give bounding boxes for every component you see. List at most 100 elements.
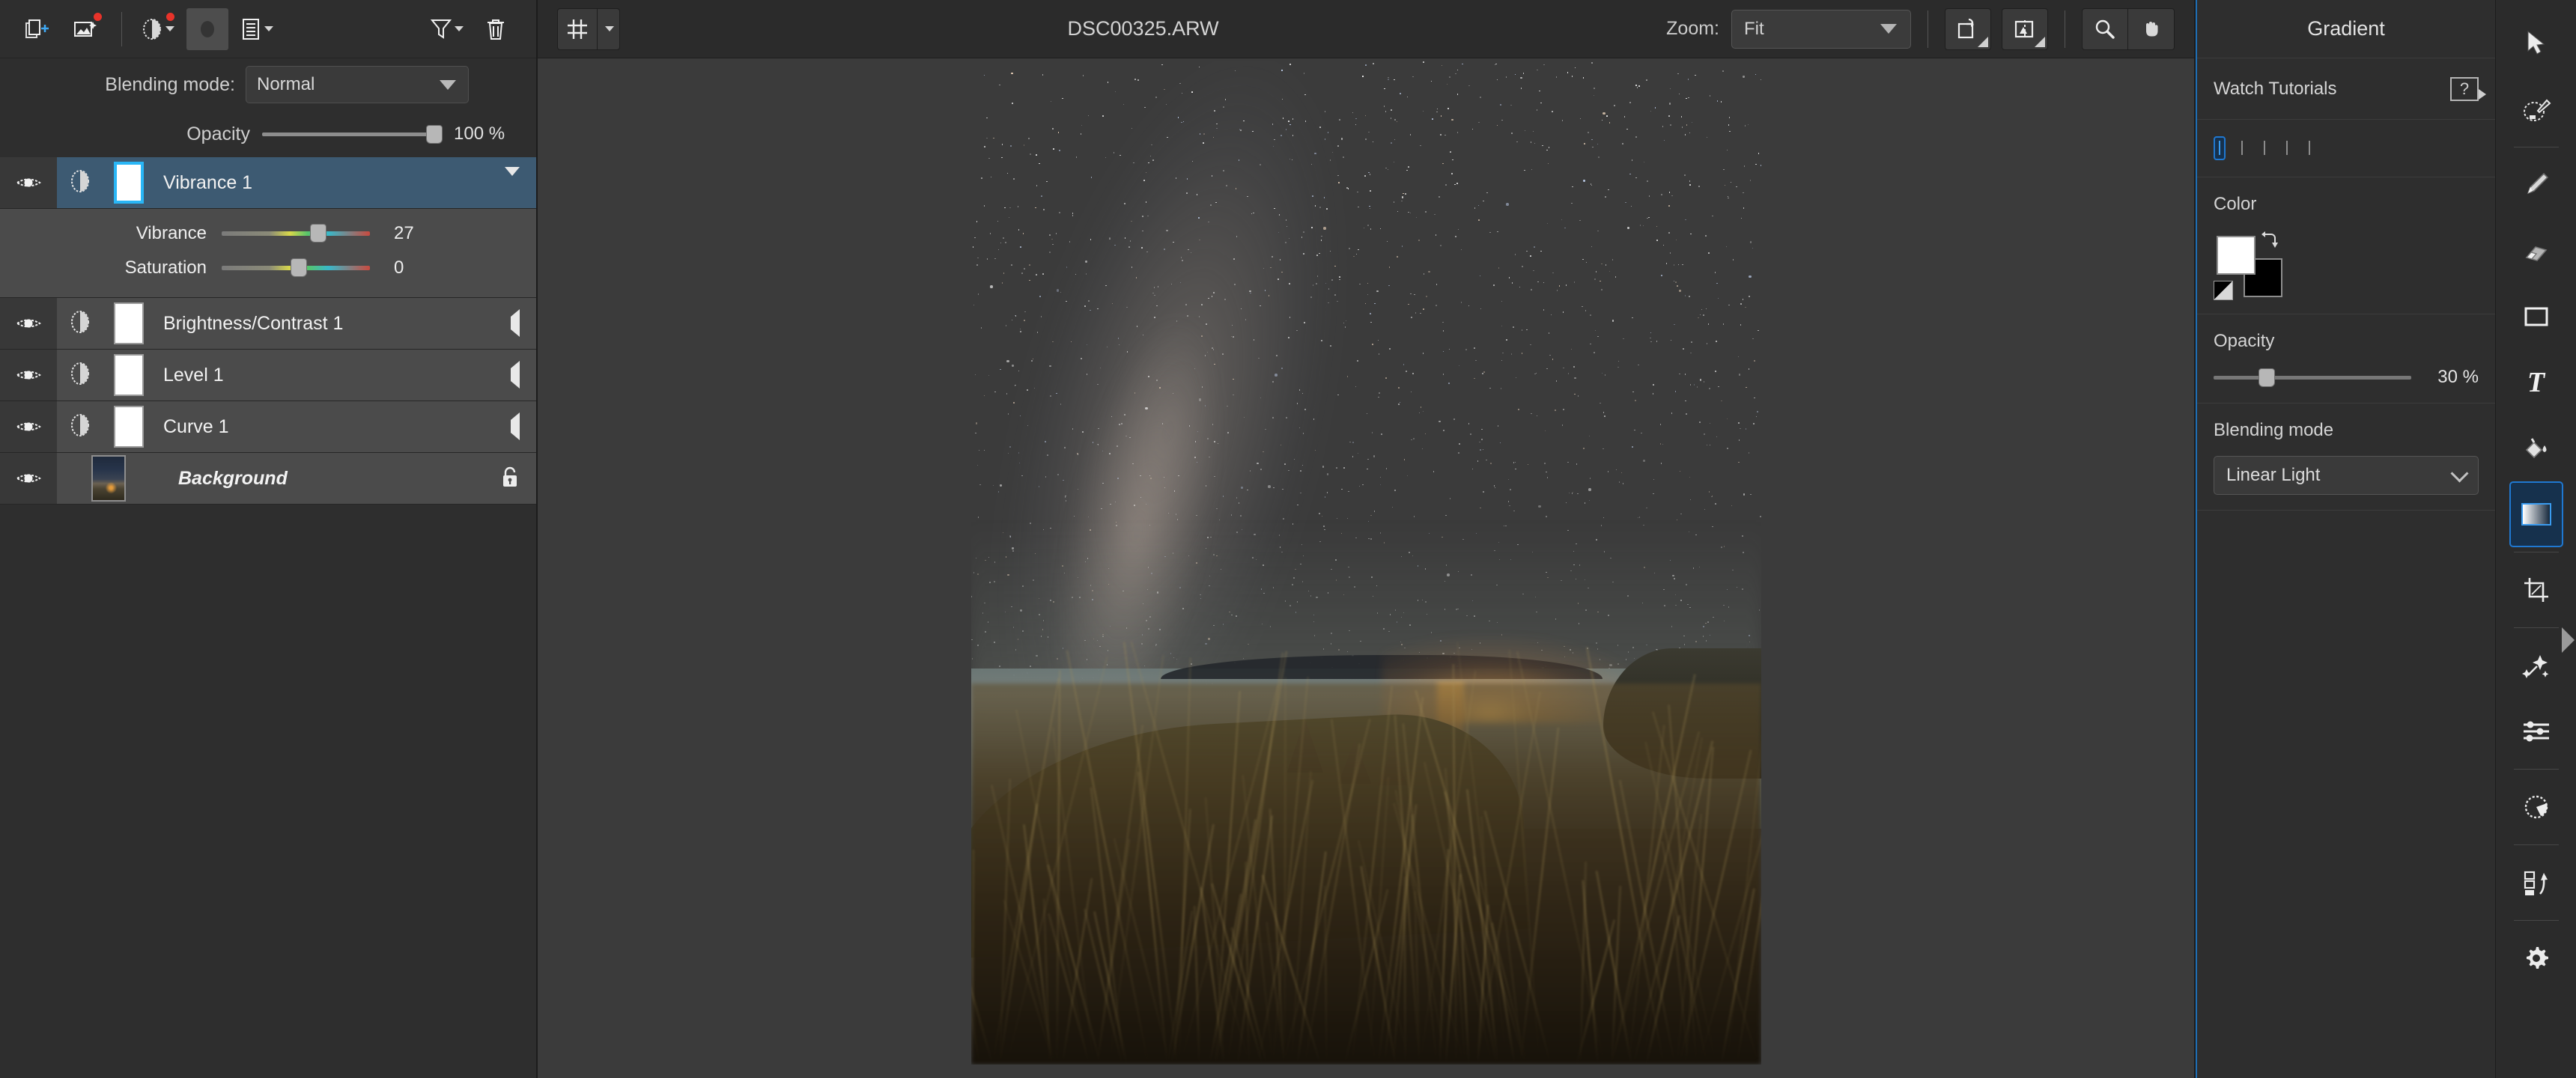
layer-opacity-value: 100 % — [454, 124, 505, 144]
layer-visibility-toggle[interactable] — [0, 157, 57, 208]
tool-strip: T — [2495, 0, 2576, 1078]
color-label: Color — [2214, 194, 2257, 214]
gradient-opacity-section: Opacity 30 % — [2197, 314, 2495, 404]
grid-icon[interactable] — [558, 9, 597, 49]
slider-handle[interactable] — [2258, 368, 2275, 387]
layer-opacity-slider[interactable] — [262, 124, 443, 144]
photo-editor-window: Blending mode: Normal Opacity 100 % Vibr… — [0, 0, 2576, 1078]
slider-handle[interactable] — [310, 224, 326, 243]
hand-button[interactable] — [2128, 7, 2175, 50]
grid-options-dropdown[interactable] — [597, 8, 619, 49]
gradient-blending-select[interactable]: Linear Light — [2214, 456, 2479, 495]
gradient-tool[interactable] — [2509, 481, 2563, 547]
layer-expand-toggle[interactable] — [511, 309, 520, 337]
chevron-left-icon — [511, 309, 520, 337]
saturation-slider[interactable] — [222, 258, 370, 277]
dropdown-corner-icon[interactable] — [2035, 36, 2045, 47]
move-tool[interactable] — [2509, 10, 2563, 76]
flip-canvas-button[interactable] — [2002, 7, 2048, 50]
export-layers-tool[interactable] — [2509, 850, 2563, 916]
layer-properties-button[interactable] — [236, 8, 278, 50]
param-value: 27 — [394, 223, 414, 243]
rotate-canvas-button[interactable] — [1945, 7, 1991, 50]
layer-row-curve[interactable]: Curve 1 — [0, 401, 536, 453]
chevron-down-icon — [440, 79, 456, 90]
param-label: Vibrance — [136, 223, 207, 243]
add-adjustment-button[interactable] — [137, 8, 179, 50]
color-adjust-tool[interactable] — [2509, 774, 2563, 840]
help-glyph: ? — [2459, 79, 2470, 98]
text-tool[interactable]: T — [2509, 350, 2563, 415]
layer-lock-icon[interactable] — [500, 465, 520, 493]
zoom-control-group: Zoom: Fit — [1666, 9, 1911, 49]
layer-visibility-toggle[interactable] — [0, 298, 57, 349]
filter-layers-button[interactable] — [425, 8, 467, 50]
layer-row-brightness-contrast[interactable]: Brightness/Contrast 1 — [0, 298, 536, 350]
shape-tool[interactable] — [2509, 284, 2563, 350]
param-row-saturation: Saturation 0 — [0, 251, 536, 285]
layer-mask-thumbnail[interactable] — [114, 302, 144, 344]
grid-overlay-button[interactable] — [557, 7, 620, 50]
settings-tool[interactable] — [2509, 925, 2563, 991]
layer-mask-thumbnail[interactable] — [114, 162, 144, 204]
panel-title: Gradient — [2197, 0, 2495, 58]
gradient-type-linear[interactable] — [2214, 136, 2226, 160]
photo-canvas[interactable] — [970, 61, 1761, 1065]
blending-mode-select[interactable]: Normal — [246, 66, 469, 103]
layer-expand-toggle[interactable] — [511, 412, 520, 440]
gradient-type-diamond[interactable] — [2303, 136, 2315, 160]
reset-colors-icon[interactable] — [2214, 281, 2233, 300]
eraser-tool[interactable] — [2509, 218, 2563, 284]
add-layer-button[interactable] — [15, 8, 57, 50]
add-image-layer-button[interactable] — [64, 8, 106, 50]
delete-layer-button[interactable] — [475, 8, 517, 50]
canvas-toolbar: DSC00325.ARW Zoom: Fit — [538, 0, 2194, 58]
layer-row-level[interactable]: Level 1 — [0, 350, 536, 401]
layer-expand-toggle[interactable] — [505, 167, 520, 189]
crop-tool[interactable] — [2509, 557, 2563, 623]
zoom-select[interactable]: Fit — [1731, 9, 1911, 49]
notification-badge — [166, 12, 174, 21]
layer-row-vibrance[interactable]: Vibrance 1 — [0, 157, 536, 209]
foreground-color-swatch[interactable] — [2217, 236, 2255, 275]
layer-mask-thumbnail[interactable] — [114, 354, 144, 396]
chevron-down-icon — [1880, 24, 1897, 34]
layer-thumbnail[interactable] — [91, 455, 126, 502]
layers-panel: Blending mode: Normal Opacity 100 % Vibr… — [0, 0, 538, 1078]
adjustments-tool[interactable] — [2509, 698, 2563, 764]
param-row-vibrance: Vibrance 27 — [0, 216, 536, 251]
layer-visibility-toggle[interactable] — [0, 350, 57, 401]
gradient-type-reflected[interactable] — [2281, 136, 2293, 160]
panel-collapse-handle[interactable] — [2562, 627, 2575, 653]
effects-tool[interactable] — [2509, 633, 2563, 698]
layer-expand-toggle[interactable] — [511, 361, 520, 389]
layer-row-background[interactable]: Background — [0, 453, 536, 505]
adjustment-circle-icon — [67, 306, 100, 341]
gradient-blending-label: Blending mode — [2214, 420, 2334, 440]
swap-colors-icon[interactable] — [2260, 230, 2279, 249]
radial-gradient-icon — [2241, 141, 2243, 155]
adjustment-circle-icon — [67, 358, 100, 393]
gradient-opacity-slider[interactable] — [2214, 368, 2411, 387]
layer-visibility-toggle[interactable] — [0, 453, 57, 504]
magnifier-button[interactable] — [2082, 7, 2128, 50]
navigation-tool-group — [2082, 7, 2175, 50]
add-mask-button[interactable] — [186, 7, 228, 50]
dropdown-corner-icon[interactable] — [1978, 36, 1988, 47]
gradient-type-radial[interactable] — [2236, 136, 2248, 160]
slider-handle[interactable] — [291, 258, 307, 277]
vibrance-slider[interactable] — [222, 224, 370, 243]
magic-wand-select-tool[interactable] — [2509, 76, 2563, 142]
pencil-tool[interactable] — [2509, 152, 2563, 218]
layer-visibility-toggle[interactable] — [0, 401, 57, 452]
help-icon[interactable]: ? — [2450, 76, 2486, 101]
watch-tutorials-row[interactable]: Watch Tutorials ? — [2197, 58, 2495, 120]
canvas-viewport[interactable] — [538, 58, 2194, 1078]
layer-name: Level 1 — [163, 364, 224, 386]
linear-gradient-icon — [2219, 141, 2220, 155]
layer-mask-thumbnail[interactable] — [114, 406, 144, 448]
slider-handle[interactable] — [426, 124, 443, 144]
gradient-opacity-label: Opacity — [2214, 331, 2275, 351]
paint-bucket-tool[interactable] — [2509, 415, 2563, 481]
gradient-type-angle[interactable] — [2258, 136, 2270, 160]
